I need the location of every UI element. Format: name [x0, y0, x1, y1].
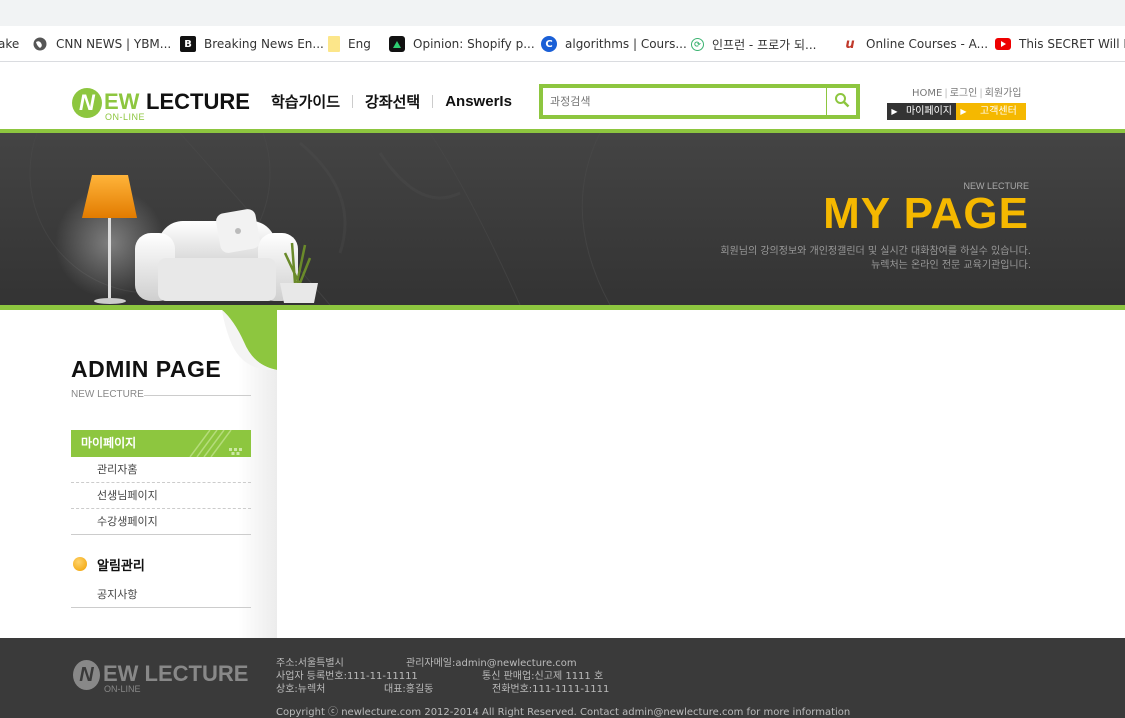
util-divider: |: [979, 88, 983, 99]
footer-mail-order: 통신 판매업:신고제 1111 호: [482, 671, 604, 682]
footer-address: 주소:서울특별시: [276, 658, 344, 669]
sidebar-category-label: 마이페이지: [81, 436, 137, 450]
home-link[interactable]: HOME: [912, 88, 942, 99]
bookmark-label: Online Courses - A...: [866, 37, 989, 51]
browser-tab-strip: [0, 0, 1125, 26]
nav-learning-guide[interactable]: 학습가이드: [271, 91, 340, 112]
banner-description: 회원님의 강의정보와 개인정갤린더 및 실시간 대화참여를 하실수 있습니다. …: [720, 245, 1031, 273]
sidebar-item-notices[interactable]: 공지사항: [71, 582, 251, 608]
footer-phone: 전화번호:111-1111-1111: [492, 684, 610, 695]
bookmark-label: Eng: [348, 37, 371, 51]
logo-subtitle: ON-LINE: [105, 112, 146, 122]
support-button[interactable]: 고객센터: [971, 103, 1026, 120]
search-icon: [834, 92, 850, 112]
footer-ceo: 대표:홍길동: [384, 684, 434, 695]
bookmark-item[interactable]: Eng: [328, 26, 371, 61]
footer-copyright: Copyright ⓒ newlecture.com 2012-2014 All…: [276, 707, 851, 718]
banner-title: MY PAGE: [823, 189, 1029, 238]
youtube-icon: [995, 38, 1011, 50]
nav-divider: [352, 94, 354, 108]
bookmark-item[interactable]: ⟳ 인프런 - 프로가 되...: [691, 26, 817, 61]
bookmark-item[interactable]: Opinion: Shopify p...: [389, 26, 535, 61]
search-button[interactable]: [826, 88, 856, 115]
site-footer: N EW LECTURE ON-LINE 주소:서울특별시 관리자메일:admi…: [0, 638, 1125, 718]
sidebar-subtitle: NEW LECTURE: [71, 389, 144, 400]
arrow-right-icon: ▶: [956, 103, 971, 120]
triangle-logo-icon: [389, 36, 405, 52]
banner-desc-line: 회원님의 강의정보와 개인정갤린더 및 실시간 대화참여를 하실수 있습니다.: [720, 246, 1031, 257]
footer-biz-no: 사업자 등록번호:111-11-11111: [276, 671, 418, 682]
login-link[interactable]: 로그인: [950, 88, 978, 99]
footer-logo-subtitle: ON-LINE: [104, 684, 141, 694]
search-input[interactable]: [543, 88, 827, 115]
stripes-decoration: [189, 430, 242, 457]
bookmark-item[interactable]: C algorithms | Cours...: [541, 26, 687, 61]
bullet-dot-icon: [73, 557, 87, 571]
bookmark-label: CNN NEWS | YBM...: [56, 37, 172, 51]
admin-sidebar: ADMIN PAGE NEW LECTURE 마이페이지 관리자홈 선생님페이지…: [0, 310, 277, 638]
bookmarks-bar: ake CNN NEWS | YBM... B Breaking News En…: [0, 26, 1125, 62]
bookmark-label: 인프런 - 프로가 되...: [712, 37, 817, 52]
bookmark-label: Breaking News En...: [204, 37, 324, 51]
inflearn-icon: ⟳: [691, 37, 704, 51]
logo-lecture-text: LECTURE: [146, 89, 250, 114]
bookmark-item[interactable]: ake: [0, 26, 20, 61]
site-header: N EW LECTURE ON-LINE 학습가이드 강좌선택 AnswerIs…: [0, 62, 1125, 132]
sidebar-item-admin-home[interactable]: 관리자홈: [71, 457, 251, 483]
bookmark-label: This SECRET Will D...: [1019, 37, 1125, 51]
banner-desc-line: 뉴렉처는 온라인 전문 교육기관입니다.: [871, 260, 1031, 271]
globe-icon: [32, 36, 48, 52]
bookmark-label: algorithms | Cours...: [565, 37, 687, 51]
sidebar-category-label: 알림관리: [97, 558, 145, 574]
sidebar-item-student-page[interactable]: 수강생페이지: [71, 509, 251, 535]
search-box: [539, 84, 860, 119]
nav-divider: [432, 94, 434, 108]
util-divider: |: [944, 88, 948, 99]
bookmark-item[interactable]: u Online Courses - A...: [842, 26, 989, 61]
footer-admin-mail: 관리자메일:admin@newlecture.com: [406, 658, 577, 669]
footer-company: 상호:뉴렉처: [276, 684, 326, 695]
udemy-icon: u: [845, 36, 855, 52]
sidebar-category-mypage[interactable]: 마이페이지: [71, 430, 251, 457]
bookmark-label: Opinion: Shopify p...: [413, 37, 535, 51]
arrow-right-icon: ▶: [887, 103, 902, 120]
c-logo-icon: C: [541, 36, 557, 52]
signup-link[interactable]: 회원가입: [985, 88, 1022, 99]
main-nav: 학습가이드 강좌선택 AnswerIs: [271, 91, 512, 111]
b-logo-icon: B: [180, 36, 196, 52]
logo-n-icon: N: [73, 660, 100, 690]
main-content: [277, 310, 1125, 638]
utility-buttons: ▶ 마이페이지 ▶ 고객센터: [887, 103, 1026, 120]
bookmark-item[interactable]: B Breaking News En...: [180, 26, 324, 61]
bookmark-item[interactable]: This SECRET Will D...: [995, 26, 1125, 61]
bookmark-label: ake: [0, 37, 20, 51]
utility-links: HOME | 로그인 | 회원가입: [912, 84, 1022, 99]
sidebar-item-teacher-page[interactable]: 선생님페이지: [71, 483, 251, 509]
nav-course-select[interactable]: 강좌선택: [365, 91, 420, 112]
mypage-banner: NEW LECTURE MY PAGE 회원님의 강의정보와 개인정갤린더 및 …: [0, 133, 1125, 305]
nav-answeris[interactable]: AnswerIs: [445, 93, 512, 110]
note-icon: [328, 36, 340, 52]
sidebar-title: ADMIN PAGE: [71, 356, 222, 382]
logo-n-icon: N: [72, 88, 102, 118]
mypage-button[interactable]: 마이페이지: [902, 103, 956, 120]
sidebar-subtitle-rule: [144, 395, 251, 396]
page-curl-decoration: [222, 310, 277, 370]
sidebar-category-notice[interactable]: 알림관리: [71, 552, 145, 576]
bookmark-item[interactable]: CNN NEWS | YBM...: [32, 26, 172, 61]
